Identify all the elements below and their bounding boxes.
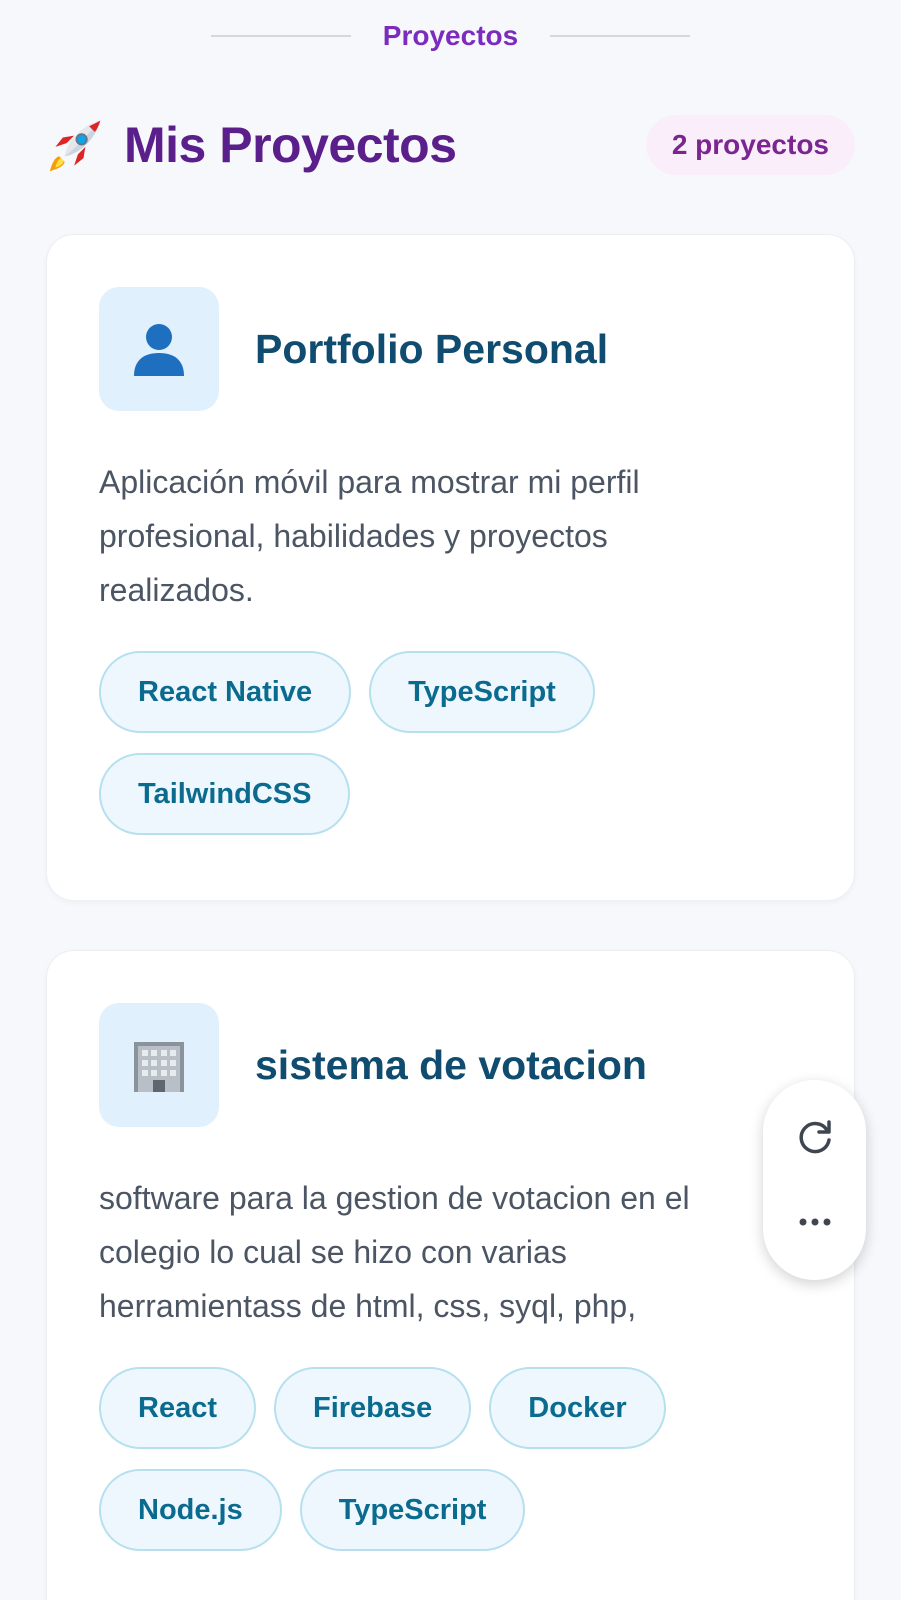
- tech-tag: TailwindCSS: [99, 753, 351, 835]
- project-description: software para la gestion de votacion en …: [99, 1180, 690, 1324]
- project-card[interactable]: Portfolio Personal Aplicación móvil para…: [46, 234, 855, 901]
- project-card-header: Portfolio Personal: [99, 287, 802, 411]
- tag-list: React Firebase Docker Node.js TypeScript: [99, 1367, 799, 1551]
- tech-tag: React: [99, 1367, 256, 1449]
- project-title: Portfolio Personal: [255, 325, 609, 372]
- project-title: sistema de votacion: [255, 1041, 647, 1088]
- project-description: Aplicación móvil para mostrar mi perfil …: [99, 464, 640, 608]
- divider-left: [210, 35, 351, 37]
- project-card-header: sistema de votacion: [99, 1003, 802, 1127]
- floating-action-panel: [763, 1080, 866, 1280]
- project-icon-box: [99, 287, 219, 411]
- tech-tag: TypeScript: [369, 651, 595, 733]
- section-title: Proyectos: [382, 20, 519, 51]
- tech-tag: TypeScript: [299, 1469, 526, 1551]
- refresh-button[interactable]: [785, 1108, 845, 1168]
- tech-tag: Firebase: [274, 1367, 472, 1449]
- more-options-icon: [799, 1218, 830, 1226]
- tech-tag: React Native: [99, 651, 352, 733]
- heading-left: Mis Proyectos: [46, 115, 457, 175]
- projects-screen: Proyectos Mis Proyectos 2 proyectos Port…: [0, 0, 901, 1600]
- divider-right: [550, 35, 691, 37]
- page-title: Mis Proyectos: [124, 117, 457, 173]
- tech-tag: Docker: [489, 1367, 666, 1449]
- tech-tag: Node.js: [99, 1469, 282, 1551]
- office-building-icon: [134, 1042, 184, 1092]
- person-icon: [134, 324, 184, 376]
- project-card[interactable]: sistema de votacion software para la ges…: [46, 950, 855, 1600]
- rocket-icon: [49, 120, 101, 172]
- refresh-icon: [799, 1120, 831, 1154]
- heading-row: Mis Proyectos 2 proyectos: [46, 110, 855, 180]
- tag-list: React Native TypeScript TailwindCSS: [99, 651, 799, 835]
- project-icon-box: [99, 1003, 219, 1127]
- more-options-button[interactable]: [785, 1192, 845, 1252]
- project-count-badge: 2 proyectos: [645, 115, 855, 175]
- section-header: Proyectos: [0, 14, 901, 58]
